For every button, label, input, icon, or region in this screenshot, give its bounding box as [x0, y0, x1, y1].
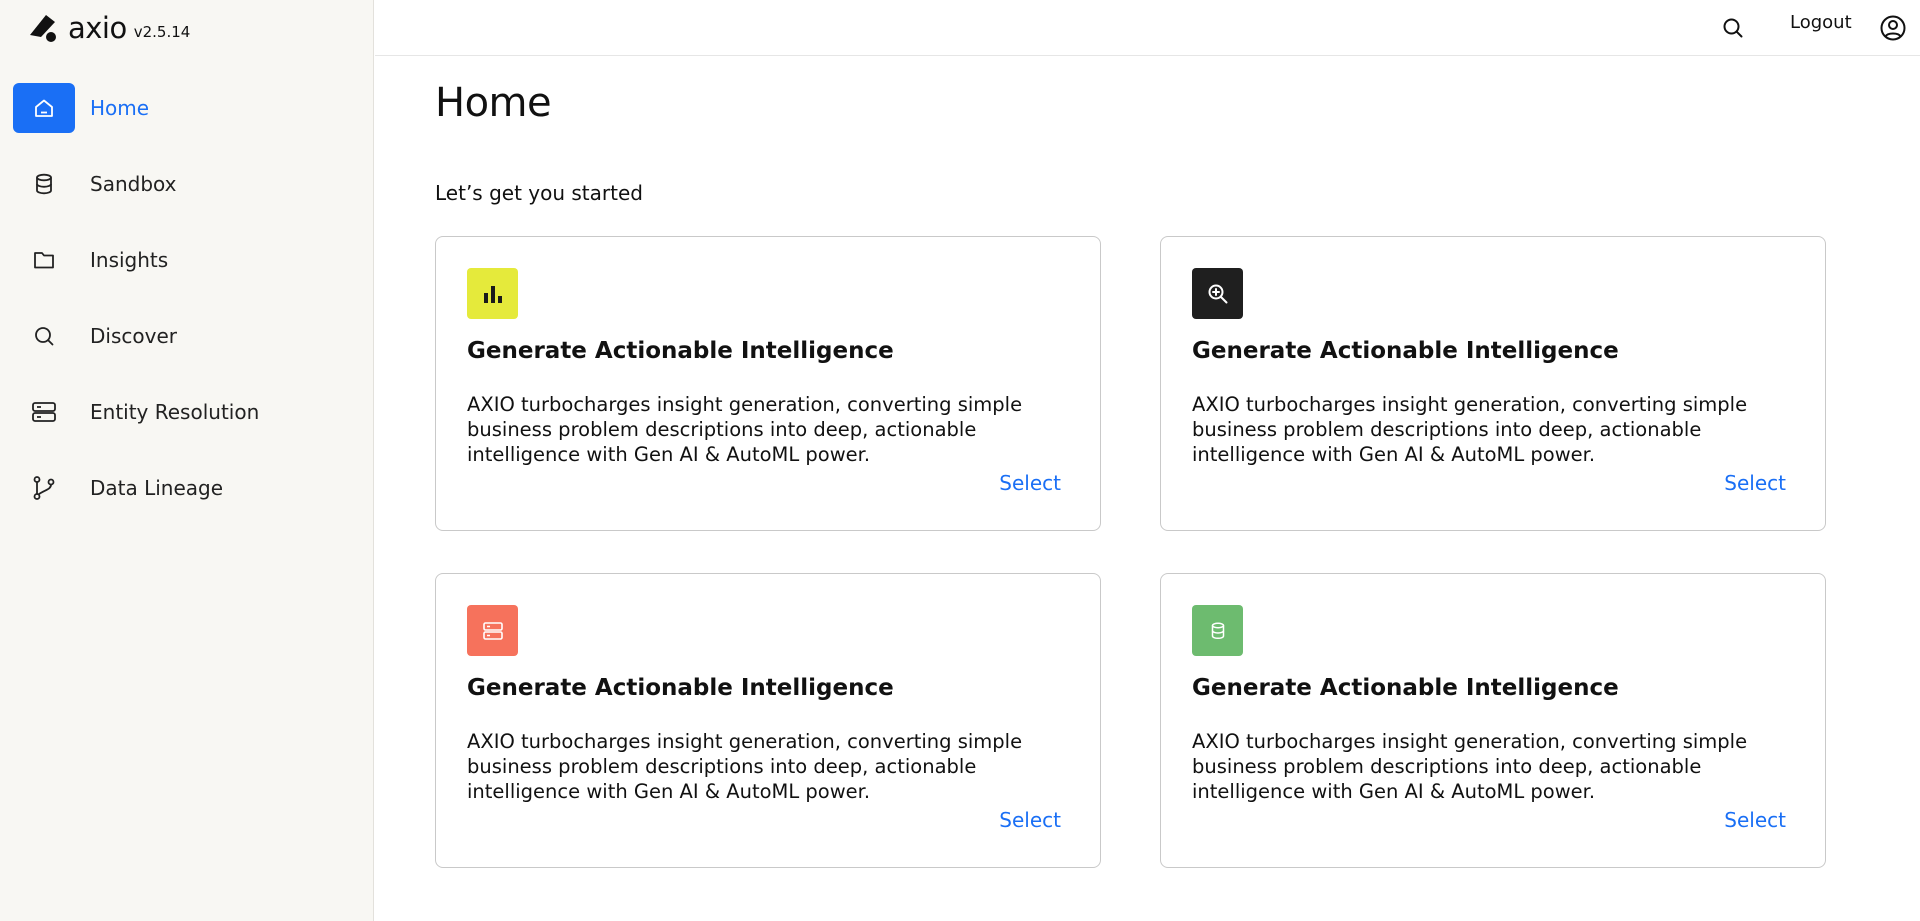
app-root: axio v2.5.14 Home Sandbox Insights Disco…: [0, 0, 1920, 921]
sidebar-item-entity-resolution[interactable]: Entity Resolution: [13, 386, 361, 438]
sidebar-item-label: Insights: [90, 248, 169, 272]
section-subtitle: Let’s get you started: [435, 181, 643, 205]
card-description: AXIO turbocharges insight generation, co…: [467, 393, 1023, 466]
sidebar-nav: Home Sandbox Insights Discover Entity Re…: [13, 82, 361, 538]
option-card: Generate Actionable Intelligence AXIO tu…: [1160, 573, 1826, 868]
sidebar-item-label: Discover: [90, 324, 177, 348]
brand-version: v2.5.14: [133, 23, 191, 41]
sidebar-item-label: Home: [90, 96, 150, 120]
sidebar-item-sandbox[interactable]: Sandbox: [13, 158, 361, 210]
card-description: AXIO turbocharges insight generation, co…: [1192, 393, 1748, 466]
sidebar-item-insights[interactable]: Insights: [13, 234, 361, 286]
card-title: Generate Actionable Intelligence: [1192, 675, 1619, 701]
top-bar: Logout: [375, 0, 1920, 56]
home-icon: [13, 83, 75, 133]
card-description: AXIO turbocharges insight generation, co…: [467, 730, 1023, 803]
sidebar-item-label: Entity Resolution: [90, 400, 260, 424]
zoom-in-icon: [1192, 268, 1243, 319]
sidebar-item-label: Data Lineage: [90, 476, 224, 500]
logout-button[interactable]: Logout: [1790, 12, 1852, 34]
axio-logo-icon: [30, 15, 56, 42]
card-title: Generate Actionable Intelligence: [1192, 338, 1619, 364]
bar-chart-icon: [467, 268, 518, 319]
sidebar-item-data-lineage[interactable]: Data Lineage: [13, 462, 361, 514]
brand-name: axio: [68, 11, 127, 45]
page-title: Home: [435, 80, 552, 126]
select-button[interactable]: Select: [1724, 808, 1786, 832]
sidebar-item-discover[interactable]: Discover: [13, 310, 361, 362]
git-branch-icon: [13, 463, 75, 513]
sidebar-item-home[interactable]: Home: [13, 82, 361, 134]
server-icon: [467, 605, 518, 656]
option-card: Generate Actionable Intelligence AXIO tu…: [1160, 236, 1826, 531]
sidebar: axio v2.5.14 Home Sandbox Insights Disco…: [0, 0, 374, 921]
folder-icon: [13, 235, 75, 285]
select-button[interactable]: Select: [1724, 471, 1786, 495]
sidebar-item-label: Sandbox: [90, 172, 177, 196]
database-icon: [13, 159, 75, 209]
user-circle-icon[interactable]: [1873, 8, 1913, 48]
select-button[interactable]: Select: [999, 808, 1061, 832]
card-title: Generate Actionable Intelligence: [467, 675, 894, 701]
server-icon: [13, 387, 75, 437]
card-description: AXIO turbocharges insight generation, co…: [1192, 730, 1748, 803]
search-icon[interactable]: [1715, 10, 1751, 46]
card-title: Generate Actionable Intelligence: [467, 338, 894, 364]
search-icon: [13, 311, 75, 361]
select-button[interactable]: Select: [999, 471, 1061, 495]
option-card: Generate Actionable Intelligence AXIO tu…: [435, 236, 1101, 531]
option-card: Generate Actionable Intelligence AXIO tu…: [435, 573, 1101, 868]
database-icon: [1192, 605, 1243, 656]
brand[interactable]: axio v2.5.14: [27, 8, 190, 48]
